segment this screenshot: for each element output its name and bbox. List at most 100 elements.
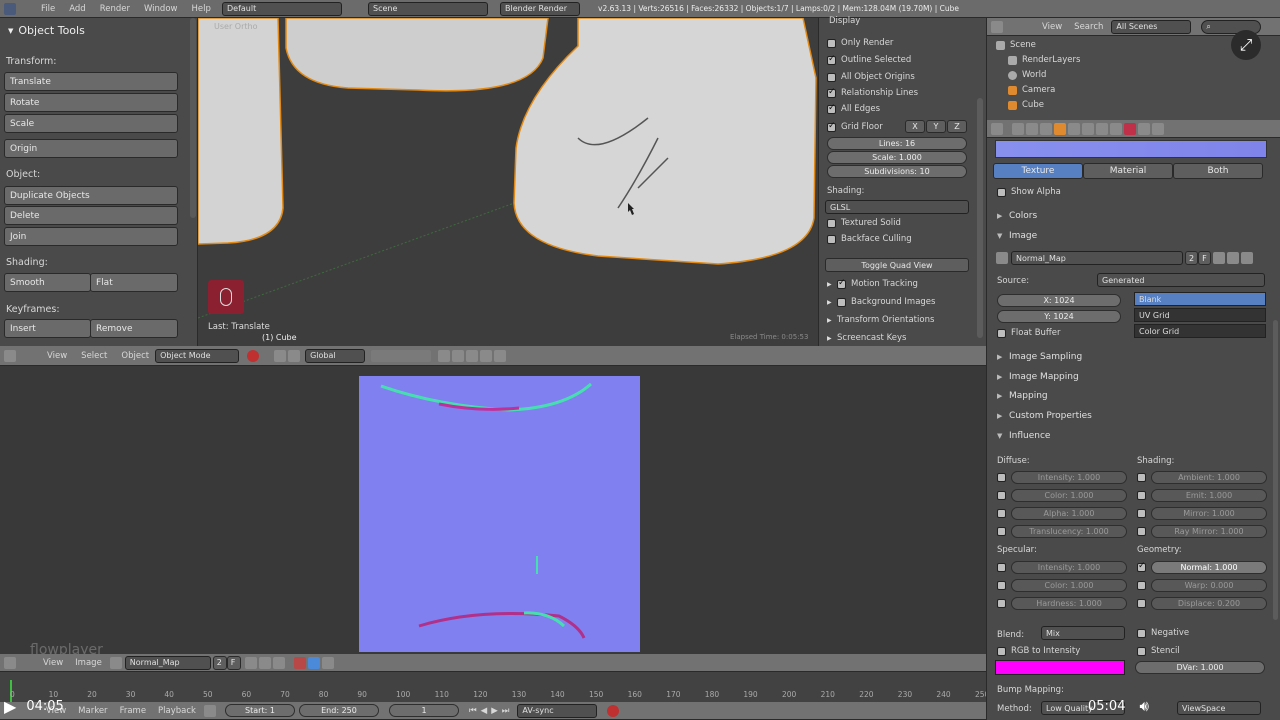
scale-button[interactable]: Scale <box>4 114 178 133</box>
select-menu[interactable]: Select <box>81 351 107 361</box>
opengl-anim-icon[interactable] <box>494 349 507 362</box>
displace-row[interactable]: Displace: 0.200 <box>1137 597 1267 610</box>
material-tab-icon[interactable] <box>1110 122 1122 135</box>
fake-user-toggle[interactable]: F <box>1198 251 1211 265</box>
translate-button[interactable]: Translate <box>4 72 178 91</box>
axis-y-toggle[interactable]: Y <box>926 120 946 133</box>
relationship-lines-toggle[interactable]: Relationship Lines <box>827 87 918 98</box>
image-sampling-panel[interactable]: ▶ Image Sampling <box>987 347 1267 366</box>
outline-selected-toggle[interactable]: Outline Selected <box>827 54 911 65</box>
image-mapping-panel[interactable]: ▶ Image Mapping <box>987 367 1267 386</box>
image-users-count[interactable]: 2 <box>1185 251 1199 265</box>
layout-select[interactable]: Default <box>222 1 342 16</box>
pin-image-icon[interactable] <box>293 656 306 669</box>
next-keyframe-icon[interactable]: ⏭ <box>502 706 510 716</box>
transform-orientations-panel[interactable]: ▶ Transform Orientations <box>827 315 934 325</box>
grid-floor-toggle[interactable]: Grid Floor <box>827 121 883 132</box>
manipulator-icon[interactable] <box>288 349 301 362</box>
colors-panel[interactable]: ▶ Colors <box>987 206 1267 225</box>
axis-z-toggle[interactable]: Z <box>947 120 967 133</box>
play-button-icon[interactable]: ▶ <box>4 697 16 716</box>
outliner-item-cube[interactable]: Cube <box>1007 100 1044 110</box>
diffuse-alpha-row[interactable]: Alpha: 1.000 <box>997 507 1127 520</box>
timeline[interactable]: 0 10 20 30 40 50 60 70 80 90 100 110 120 130 140 150 160… <box>0 672 989 702</box>
record-icon[interactable] <box>607 704 620 717</box>
grid-subdivisions-field[interactable]: Subdivisions: 10 <box>827 165 967 178</box>
modifiers-tab-icon[interactable] <box>1082 122 1094 135</box>
outliner-search-menu[interactable]: Search <box>1074 22 1103 32</box>
end-frame-field[interactable]: End: 250 <box>298 704 379 717</box>
outliner-item-scene[interactable]: Scene <box>995 40 1036 50</box>
timeline-frame-menu[interactable]: Frame <box>120 706 146 716</box>
rotate-button[interactable]: Rotate <box>4 93 178 112</box>
snap-icon[interactable] <box>452 349 465 362</box>
image-source-select[interactable]: Generated <box>1097 273 1265 287</box>
play-icon[interactable]: ▶ <box>491 706 498 716</box>
volume-icon[interactable]: 🔊︎ <box>1139 697 1148 715</box>
open-image-icon[interactable] <box>258 656 271 669</box>
influence-panel[interactable]: ▼ Influence <box>987 426 1267 445</box>
jump-start-icon[interactable]: ⏮ <box>469 706 477 716</box>
image-users-count[interactable]: 2 <box>212 655 227 670</box>
menu-window[interactable]: Window <box>144 4 178 14</box>
properties-scrollbar[interactable] <box>1273 320 1278 620</box>
data-tab-icon[interactable] <box>1096 122 1108 135</box>
object-tab-icon[interactable] <box>1054 122 1066 135</box>
menu-render[interactable]: Render <box>100 4 130 14</box>
backface-culling-toggle[interactable]: Backface Culling <box>827 234 912 244</box>
object-tools-header[interactable]: ▼ Object Tools <box>8 24 85 37</box>
image-browse-icon[interactable] <box>109 656 122 669</box>
gen-type-color-grid[interactable]: Color Grid <box>1134 324 1266 338</box>
editor-type-icon[interactable] <box>4 656 16 669</box>
menu-help[interactable]: Help <box>191 4 210 14</box>
axis-x-toggle[interactable]: X <box>905 120 925 133</box>
negative-toggle[interactable]: Negative <box>1137 628 1189 638</box>
outliner-item-renderlayers[interactable]: RenderLayers <box>1007 55 1080 65</box>
viewport-shading-icon[interactable] <box>247 349 260 362</box>
image-browse-icon[interactable] <box>996 252 1008 264</box>
outliner-item-camera[interactable]: Camera <box>1007 85 1055 95</box>
diffuse-color-row[interactable]: Color: 1.000 <box>997 489 1127 502</box>
blend-color-swatch[interactable] <box>995 660 1125 675</box>
warp-row[interactable]: Warp: 0.000 <box>1137 579 1267 592</box>
menu-add[interactable]: Add <box>69 4 85 14</box>
render-engine-select[interactable]: Blender Render <box>500 1 580 16</box>
transform-orientation-select[interactable]: Global <box>305 348 366 363</box>
tab-material[interactable]: Material <box>1083 163 1173 179</box>
smooth-button[interactable]: Smooth <box>4 273 91 292</box>
show-alpha-toggle[interactable]: Show Alpha <box>997 187 1061 197</box>
timeline-marker-menu[interactable]: Marker <box>78 706 107 716</box>
emit-row[interactable]: Emit: 1.000 <box>1137 489 1267 502</box>
unlink-image-icon[interactable] <box>1240 252 1253 264</box>
image-width-field[interactable]: X: 1024 <box>997 294 1121 307</box>
texture-tab-icon[interactable] <box>1124 122 1136 135</box>
sync-mode-select[interactable]: AV-sync <box>517 703 598 718</box>
fake-user-toggle[interactable]: F <box>226 655 241 670</box>
hardness-row[interactable]: Hardness: 1.000 <box>997 597 1127 610</box>
all-edges-toggle[interactable]: All Edges <box>827 103 880 114</box>
scene-select[interactable]: Scene <box>368 1 488 16</box>
layers-icon[interactable] <box>371 349 432 362</box>
delete-button[interactable]: Delete <box>4 206 178 225</box>
pivot-point-icon[interactable] <box>274 349 287 362</box>
snap-target-icon[interactable] <box>466 349 479 362</box>
specular-intensity-row[interactable]: Intensity: 1.000 <box>997 561 1127 574</box>
rgb-to-intensity-toggle[interactable]: RGB to Intensity <box>997 646 1080 656</box>
duplicate-objects-button[interactable]: Duplicate Objects <box>4 186 178 205</box>
prev-keyframe-icon[interactable]: ◀ <box>481 706 488 716</box>
use-preview-range-icon[interactable] <box>203 704 216 717</box>
opengl-render-icon[interactable] <box>480 349 493 362</box>
image-view-menu[interactable]: View <box>43 658 63 668</box>
gen-type-blank[interactable]: Blank <box>1134 292 1266 306</box>
origin-button[interactable]: Origin <box>4 139 178 158</box>
new-image-icon[interactable] <box>1212 252 1225 264</box>
menu-file[interactable]: File <box>41 4 55 14</box>
editor-type-icon[interactable] <box>991 122 1003 135</box>
object-menu[interactable]: Object <box>121 351 149 361</box>
image-name-field[interactable]: Normal_Map <box>1011 251 1183 265</box>
normal-row[interactable]: Normal: 1.000 <box>1137 561 1267 574</box>
editor-type-icon[interactable] <box>991 20 1003 33</box>
outliner-view-menu[interactable]: View <box>1042 22 1062 32</box>
render-tab-icon[interactable] <box>1012 122 1024 135</box>
blend-mode-select[interactable]: Mix <box>1041 626 1125 640</box>
